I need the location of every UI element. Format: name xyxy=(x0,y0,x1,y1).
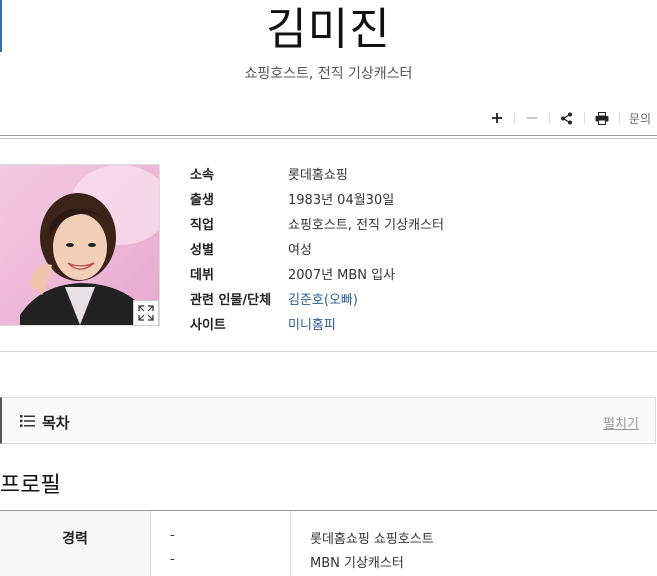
print-icon xyxy=(595,111,609,125)
info-label: 데뷔 xyxy=(190,268,214,283)
info-label: 출생 xyxy=(190,193,214,208)
list-icon xyxy=(20,415,35,427)
info-row-site: 사이트 미니홈피 xyxy=(190,311,444,336)
info-value: 쇼핑호스트, 전직 기상캐스터 xyxy=(288,218,444,233)
header-divider xyxy=(0,135,657,136)
career-detail: 롯데홈쇼핑 쇼핑호스트 xyxy=(310,532,434,547)
info-label: 관련 인물/단체 xyxy=(190,293,272,308)
info-value: 2007년 MBN 입사 xyxy=(288,268,396,283)
header-divider-secondary xyxy=(0,138,657,139)
career-header: 경력 xyxy=(62,531,88,547)
toc-title: 목차 xyxy=(42,414,70,432)
page-subtitle: 쇼핑호스트, 전직 기상캐스터 xyxy=(244,66,413,82)
share-icon xyxy=(561,112,573,124)
info-label: 성별 xyxy=(190,243,214,258)
expand-icon xyxy=(138,305,154,321)
related-person-link[interactable]: 김준호(오빠) xyxy=(288,289,358,308)
toolbar-divider xyxy=(583,112,585,124)
toolbar-divider xyxy=(548,112,550,124)
section-divider xyxy=(0,351,657,352)
print-button[interactable] xyxy=(590,108,614,128)
info-row-debut: 데뷔 2007년 MBN 입사 xyxy=(190,261,444,286)
info-row-affiliation: 소속 롯데홈쇼핑 xyxy=(190,161,444,186)
profile-info-table: 소속 롯데홈쇼핑 출생 1983년 04월30일 직업 쇼핑호스트, 전직 기상… xyxy=(190,161,444,336)
info-row-birth: 출생 1983년 04월30일 xyxy=(190,186,444,211)
career-period: - xyxy=(170,552,175,567)
info-value: 여성 xyxy=(288,243,312,258)
info-value: 롯데홈쇼핑 xyxy=(288,168,348,183)
zoom-out-button[interactable] xyxy=(520,108,544,128)
toolbar: 문의 xyxy=(485,108,651,128)
info-label: 사이트 xyxy=(190,318,226,333)
plus-icon xyxy=(491,113,502,123)
info-row-occupation: 직업 쇼핑호스트, 전직 기상캐스터 xyxy=(190,211,444,236)
info-row-gender: 성별 여성 xyxy=(190,236,444,261)
toc-expand-link[interactable]: 펼치기 xyxy=(603,413,639,432)
info-row-related: 관련 인물/단체 김준호(오빠) xyxy=(190,286,444,311)
homepage-link[interactable]: 미니홈피 xyxy=(288,314,336,333)
inquiry-link[interactable]: 문의 xyxy=(625,110,651,127)
zoom-in-button[interactable] xyxy=(485,108,509,128)
section-title-profile: 프로필 xyxy=(0,473,61,498)
info-value: 1983년 04월30일 xyxy=(288,193,395,208)
page-title: 김미진 xyxy=(266,4,391,55)
toolbar-divider xyxy=(513,112,515,124)
career-detail: MBN 기상캐스터 xyxy=(310,556,404,571)
info-label: 소속 xyxy=(190,168,214,183)
career-period: - xyxy=(170,528,175,543)
minus-icon xyxy=(526,117,537,119)
share-button[interactable] xyxy=(555,108,579,128)
table-column-divider xyxy=(290,511,291,576)
info-label: 직업 xyxy=(190,218,214,233)
expand-photo-button[interactable] xyxy=(133,300,159,326)
table-of-contents: 목차 펼치기 xyxy=(0,397,656,444)
toolbar-divider xyxy=(618,112,620,124)
